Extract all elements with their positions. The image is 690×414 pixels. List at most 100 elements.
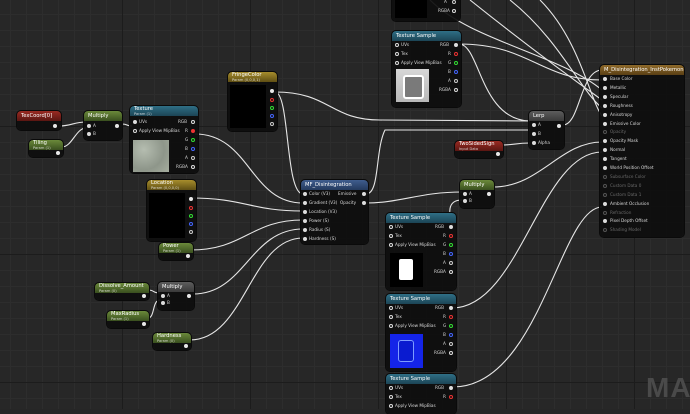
texture-sample-partial-node[interactable]: A RGBA	[392, 0, 460, 21]
input-pin[interactable]	[603, 148, 607, 153]
output-pin-b[interactable]	[191, 147, 195, 151]
output-pin[interactable]	[186, 254, 190, 258]
output-pin[interactable]	[487, 192, 491, 196]
input-pin-mipbias[interactable]	[389, 404, 393, 408]
mf-disintegration-node[interactable]: MF_Disintegration Color (V3) Gradient (V…	[301, 180, 368, 244]
input-pin-alpha[interactable]	[532, 141, 536, 145]
output-pin-a[interactable]	[270, 122, 274, 126]
output-pin-a[interactable]	[191, 156, 195, 160]
max-radius-node[interactable]: MaxRadius Param (1)	[107, 311, 149, 328]
output-pin-b[interactable]	[449, 252, 453, 256]
output-pin-a[interactable]	[454, 79, 458, 83]
output-pin-rgb[interactable]	[449, 225, 453, 229]
input-pin[interactable]	[603, 166, 607, 170]
input-pin-uvs[interactable]	[389, 225, 393, 229]
output-pin-rgba[interactable]	[454, 88, 458, 92]
input-pin[interactable]	[603, 157, 607, 162]
hardness-node[interactable]: Hardness Param (0)	[153, 333, 191, 350]
output-pin-r[interactable]	[449, 315, 453, 319]
input-pin-uvs[interactable]	[133, 120, 137, 124]
input-pin-location[interactable]	[303, 210, 307, 214]
input-pin[interactable]	[603, 112, 607, 117]
input-pin-b[interactable]	[87, 132, 91, 136]
material-result-node[interactable]: M_Disintegration_InstPokemon Base Color M…	[600, 65, 684, 237]
input-pin-a[interactable]	[532, 123, 536, 127]
output-pin-rgb[interactable]	[191, 120, 195, 124]
output-pin-g[interactable]	[449, 243, 453, 247]
input-pin-tex[interactable]	[395, 52, 399, 56]
input-pin-b[interactable]	[532, 132, 536, 136]
input-pin[interactable]	[603, 192, 607, 197]
input-pin-mipbias[interactable]	[389, 324, 393, 328]
input-pin-b[interactable]	[463, 199, 467, 203]
texcoord-node[interactable]: TexCoord[0]	[17, 111, 61, 130]
input-pin[interactable]	[603, 219, 607, 224]
output-pin-rgb[interactable]	[454, 43, 458, 47]
input-pin[interactable]	[603, 228, 607, 233]
output-pin-b[interactable]	[449, 333, 453, 337]
input-pin-tex[interactable]	[389, 234, 393, 238]
multiply-node[interactable]: Multiply A B	[460, 180, 494, 208]
multiply-node[interactable]: Multiply A B	[84, 111, 122, 140]
output-pin-r[interactable]	[191, 129, 195, 133]
fringe-color-node[interactable]: FringeColor Param (0,0,0,1)	[228, 72, 277, 131]
output-pin[interactable]	[496, 152, 500, 156]
output-pin-rgba[interactable]	[449, 351, 453, 355]
input-pin-mipbias[interactable]	[133, 129, 137, 133]
output-pin[interactable]	[184, 344, 188, 348]
output-pin-opacity[interactable]	[362, 201, 366, 205]
output-pin-a[interactable]	[452, 0, 456, 4]
texture-param-node[interactable]: Texture Param (1) UVs Apply View MipBias …	[130, 106, 198, 173]
input-pin-uvs[interactable]	[395, 43, 399, 47]
output-pin[interactable]	[115, 124, 119, 128]
output-pin-rgb[interactable]	[449, 306, 453, 310]
output-pin-g[interactable]	[454, 61, 458, 65]
output-pin-g[interactable]	[191, 138, 195, 142]
input-pin-a[interactable]	[463, 192, 467, 196]
output-pin-r[interactable]	[270, 98, 274, 102]
texture-sample-node[interactable]: Texture Sample UVs Tex Apply View MipBia…	[392, 31, 461, 107]
output-pin-emissive[interactable]	[362, 192, 366, 196]
output-pin-r[interactable]	[189, 206, 193, 210]
output-pin[interactable]	[270, 89, 274, 93]
output-pin-r[interactable]	[449, 395, 453, 399]
output-pin-r[interactable]	[449, 234, 453, 238]
lerp-node[interactable]: Lerp A B Alpha	[529, 111, 564, 149]
output-pin[interactable]	[189, 197, 193, 201]
output-pin-b[interactable]	[189, 222, 193, 226]
multiply-node[interactable]: Multiply A B	[158, 282, 194, 310]
input-pin-radius[interactable]	[303, 228, 307, 232]
output-pin-g[interactable]	[270, 106, 274, 110]
output-pin-a[interactable]	[189, 230, 193, 234]
input-pin-uvs[interactable]	[389, 386, 393, 390]
input-pin-tex[interactable]	[389, 395, 393, 399]
output-pin-b[interactable]	[454, 70, 458, 74]
input-pin-color[interactable]	[303, 192, 307, 196]
input-pin[interactable]	[603, 210, 607, 215]
output-pin[interactable]	[187, 294, 191, 298]
dissolve-amount-node[interactable]: Dissolve_Amount Param (0)	[95, 283, 149, 300]
output-pin-r[interactable]	[454, 52, 458, 56]
output-pin-rgba[interactable]	[191, 165, 195, 169]
output-pin[interactable]	[557, 124, 561, 128]
input-pin-gradient[interactable]	[303, 201, 307, 205]
input-pin-a[interactable]	[161, 294, 165, 298]
output-pin[interactable]	[142, 294, 146, 298]
input-pin[interactable]	[603, 183, 607, 188]
input-pin-uvs[interactable]	[389, 306, 393, 310]
output-pin[interactable]	[56, 151, 60, 155]
output-pin[interactable]	[142, 322, 146, 326]
output-pin-rgb[interactable]	[449, 386, 453, 390]
output-pin-g[interactable]	[189, 214, 193, 218]
input-pin[interactable]	[603, 85, 607, 90]
input-pin-tex[interactable]	[389, 315, 393, 319]
input-pin[interactable]	[603, 103, 607, 108]
input-pin[interactable]	[603, 201, 607, 206]
input-pin-hardness[interactable]	[303, 237, 307, 241]
output-pin-a[interactable]	[449, 342, 453, 346]
output-pin-a[interactable]	[449, 261, 453, 265]
input-pin[interactable]	[603, 94, 607, 99]
input-pin[interactable]	[603, 130, 607, 135]
input-pin[interactable]	[603, 174, 607, 179]
output-pin-rgba[interactable]	[452, 9, 456, 13]
